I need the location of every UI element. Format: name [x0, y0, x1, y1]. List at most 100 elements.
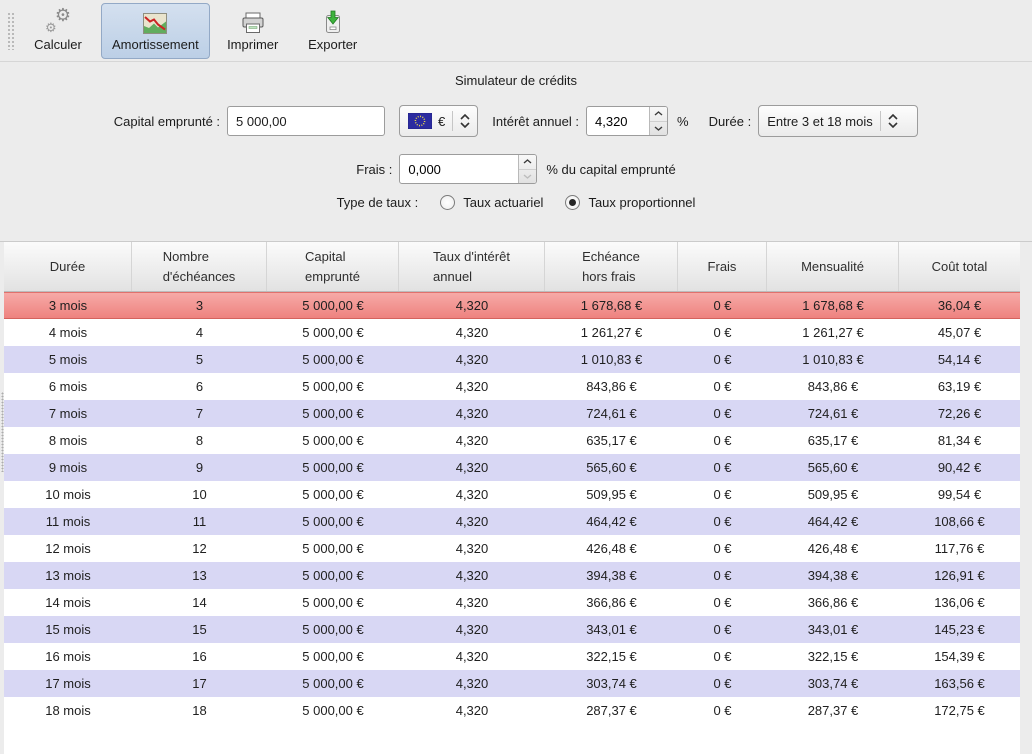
- table-row[interactable]: 3 mois35 000,00 €4,3201 678,68 €0 €1 678…: [4, 292, 1020, 319]
- table-cell: 3 mois: [4, 293, 132, 318]
- table-cell: 6: [132, 373, 267, 400]
- table-cell: 12 mois: [4, 535, 132, 562]
- table-cell: 303,74 €: [767, 670, 899, 697]
- table-cell: 17 mois: [4, 670, 132, 697]
- table-cell: 154,39 €: [899, 643, 1020, 670]
- table-cell: 1 010,83 €: [545, 346, 678, 373]
- table-cell: 10: [132, 481, 267, 508]
- fees-spinbox[interactable]: [399, 154, 537, 184]
- column-header[interactable]: Taux d'intérêtannuel: [399, 242, 545, 291]
- table-cell: 145,23 €: [899, 616, 1020, 643]
- table-cell: 464,42 €: [545, 508, 678, 535]
- table-row[interactable]: 11 mois115 000,00 €4,320464,42 €0 €464,4…: [4, 508, 1020, 535]
- table-row[interactable]: 13 mois135 000,00 €4,320394,38 €0 €394,3…: [4, 562, 1020, 589]
- amortization-button-label: Amortissement: [112, 37, 199, 52]
- table-cell: 108,66 €: [899, 508, 1020, 535]
- toolbar: ⚙⚙ Calculer Amortissement Imprimer: [0, 0, 1032, 62]
- table-cell: 287,37 €: [767, 697, 899, 724]
- radio-icon[interactable]: [440, 195, 455, 210]
- table-cell: 0 €: [678, 670, 767, 697]
- table-cell: 565,60 €: [767, 454, 899, 481]
- column-header[interactable]: Coût total: [899, 242, 1020, 291]
- table-cell: 5 000,00 €: [267, 508, 399, 535]
- table-row[interactable]: 4 mois45 000,00 €4,3201 261,27 €0 €1 261…: [4, 319, 1020, 346]
- credit-simulator-form: Simulateur de crédits Capital emprunté :…: [0, 62, 1032, 242]
- table-cell: 843,86 €: [767, 373, 899, 400]
- radio-label: Taux actuariel: [463, 195, 543, 210]
- export-button[interactable]: Exporter: [296, 3, 370, 59]
- table-cell: 4,320: [399, 346, 545, 373]
- table-row[interactable]: 6 mois65 000,00 €4,320843,86 €0 €843,86 …: [4, 373, 1020, 400]
- column-header[interactable]: Frais: [678, 242, 767, 291]
- interest-spinbox[interactable]: [586, 106, 668, 136]
- column-header[interactable]: Nombred'échéances: [132, 242, 267, 291]
- table-cell: 18 mois: [4, 697, 132, 724]
- spin-down-icon[interactable]: [650, 122, 667, 136]
- table-cell: 5 000,00 €: [267, 373, 399, 400]
- table-row[interactable]: 17 mois175 000,00 €4,320303,74 €0 €303,7…: [4, 670, 1020, 697]
- table-cell: 1 261,27 €: [767, 319, 899, 346]
- table-cell: 0 €: [678, 346, 767, 373]
- capital-input[interactable]: [227, 106, 385, 136]
- table-cell: 5 000,00 €: [267, 589, 399, 616]
- radio-taux-actuariel[interactable]: Taux actuariel: [440, 195, 543, 210]
- table-cell: 5 000,00 €: [267, 616, 399, 643]
- table-cell: 4,320: [399, 589, 545, 616]
- duration-label: Durée :: [709, 114, 752, 129]
- table-body: 3 mois35 000,00 €4,3201 678,68 €0 €1 678…: [4, 292, 1020, 754]
- table-row[interactable]: 10 mois105 000,00 €4,320509,95 €0 €509,9…: [4, 481, 1020, 508]
- column-header[interactable]: Mensualité: [767, 242, 899, 291]
- toolbar-drag-handle[interactable]: [7, 12, 16, 50]
- table-cell: 4,320: [399, 697, 545, 724]
- table-cell: 426,48 €: [545, 535, 678, 562]
- column-header[interactable]: Echéancehors frais: [545, 242, 678, 291]
- radio-icon[interactable]: [565, 195, 580, 210]
- table-row[interactable]: 15 mois155 000,00 €4,320343,01 €0 €343,0…: [4, 616, 1020, 643]
- table-cell: 5 000,00 €: [267, 346, 399, 373]
- table-cell: 81,34 €: [899, 427, 1020, 454]
- table-cell: 5 000,00 €: [267, 454, 399, 481]
- table-cell: 18: [132, 697, 267, 724]
- interest-input[interactable]: [587, 107, 649, 135]
- table-cell: 724,61 €: [767, 400, 899, 427]
- table-row[interactable]: 5 mois55 000,00 €4,3201 010,83 €0 €1 010…: [4, 346, 1020, 373]
- table-cell: 0 €: [678, 319, 767, 346]
- table-row[interactable]: 18 mois185 000,00 €4,320287,37 €0 €287,3…: [4, 697, 1020, 724]
- table-cell: 4,320: [399, 373, 545, 400]
- spin-down-icon[interactable]: [519, 170, 536, 184]
- table-cell: 17: [132, 670, 267, 697]
- table-cell: 0 €: [678, 535, 767, 562]
- calculate-button[interactable]: ⚙⚙ Calculer: [21, 3, 95, 59]
- table-cell: 0 €: [678, 427, 767, 454]
- table-cell: 509,95 €: [767, 481, 899, 508]
- amortization-button[interactable]: Amortissement: [101, 3, 210, 59]
- duration-select[interactable]: Entre 3 et 18 mois: [758, 105, 918, 137]
- table-cell: 4,320: [399, 293, 545, 318]
- table-cell: 565,60 €: [545, 454, 678, 481]
- table-row[interactable]: 9 mois95 000,00 €4,320565,60 €0 €565,60 …: [4, 454, 1020, 481]
- chart-icon: [142, 9, 168, 34]
- table-row[interactable]: 7 mois75 000,00 €4,320724,61 €0 €724,61 …: [4, 400, 1020, 427]
- table-row[interactable]: 16 mois165 000,00 €4,320322,15 €0 €322,1…: [4, 643, 1020, 670]
- table-cell: 322,15 €: [545, 643, 678, 670]
- table-cell: 4: [132, 319, 267, 346]
- print-button[interactable]: Imprimer: [216, 3, 290, 59]
- table-row[interactable]: 12 mois125 000,00 €4,320426,48 €0 €426,4…: [4, 535, 1020, 562]
- fees-unit: % du capital emprunté: [546, 162, 675, 177]
- fees-input[interactable]: [400, 155, 518, 183]
- rate-type-label: Type de taux :: [337, 195, 419, 210]
- column-header[interactable]: Durée: [4, 242, 132, 291]
- spin-up-icon[interactable]: [650, 107, 667, 122]
- table-row[interactable]: 14 mois145 000,00 €4,320366,86 €0 €366,8…: [4, 589, 1020, 616]
- table-cell: 5 000,00 €: [267, 293, 399, 318]
- radio-taux-proportionnel[interactable]: Taux proportionnel: [565, 195, 695, 210]
- table-cell: 16 mois: [4, 643, 132, 670]
- table-cell: 287,37 €: [545, 697, 678, 724]
- table-cell: 13: [132, 562, 267, 589]
- currency-select[interactable]: €: [399, 105, 478, 137]
- table-row[interactable]: 8 mois85 000,00 €4,320635,17 €0 €635,17 …: [4, 427, 1020, 454]
- table-cell: 1 010,83 €: [767, 346, 899, 373]
- table-cell: 4,320: [399, 670, 545, 697]
- column-header[interactable]: Capitalemprunté: [267, 242, 399, 291]
- spin-up-icon[interactable]: [519, 155, 536, 170]
